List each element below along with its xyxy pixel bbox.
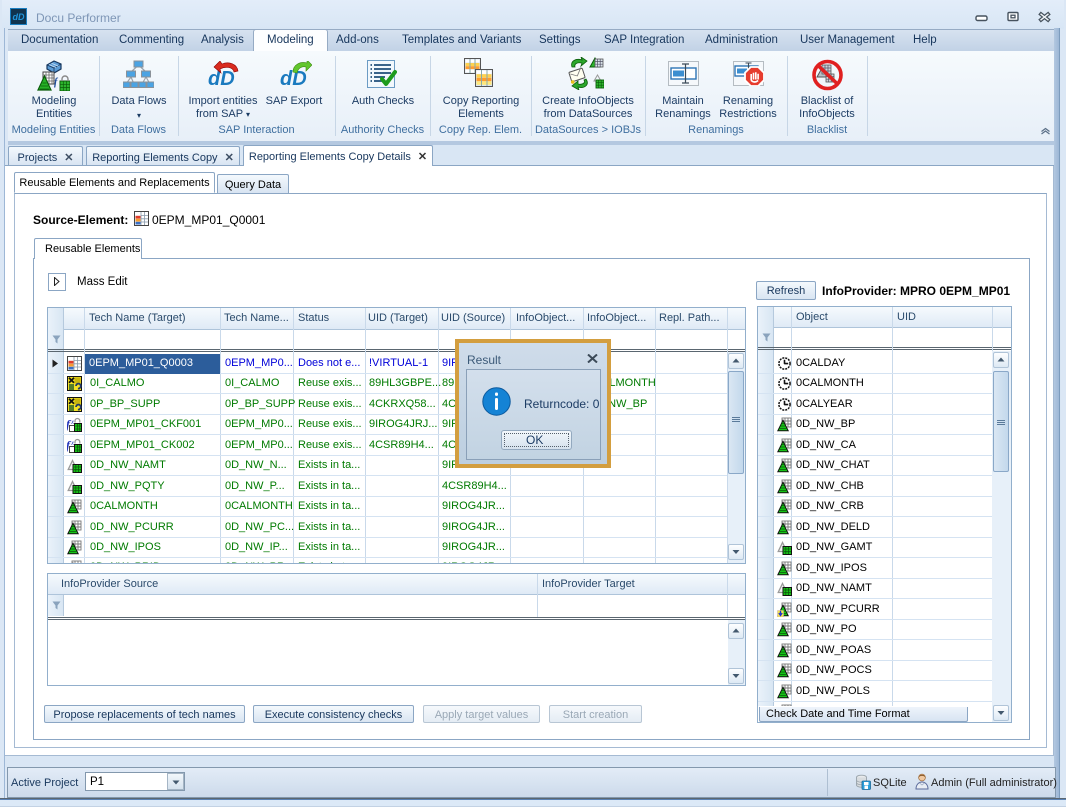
svg-text:f: f xyxy=(54,77,59,88)
svg-text:dD: dD xyxy=(208,68,235,88)
svg-text:dD: dD xyxy=(13,12,25,22)
